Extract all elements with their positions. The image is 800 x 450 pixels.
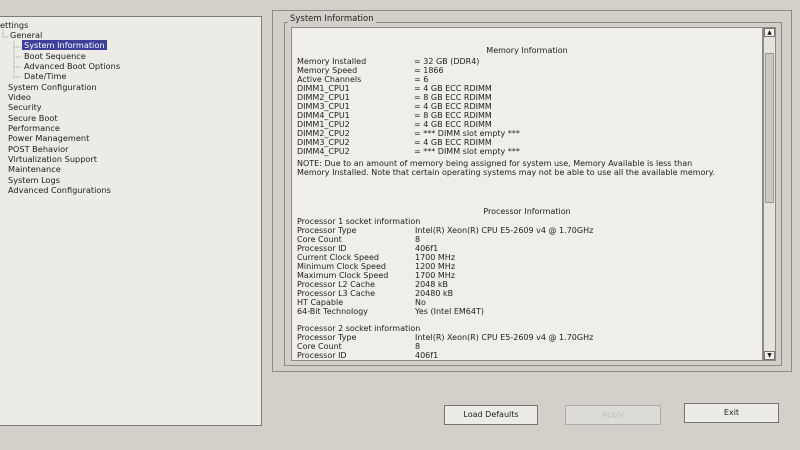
tree-item-advanced-boot-options[interactable]: Advanced Boot Options <box>24 61 120 71</box>
processor-row-label: HT Capable <box>297 298 344 307</box>
tree-item-system-logs[interactable]: System Logs <box>8 175 60 185</box>
memory-row-label: DIMM1_CPU2 <box>297 120 350 129</box>
load-defaults-button[interactable]: Load Defaults <box>444 405 538 425</box>
scroll-up-arrow-icon[interactable]: ▲ <box>764 28 775 37</box>
processor-row-value: Intel(R) Xeon(R) CPU E5-2609 v4 @ 1.70GH… <box>415 333 594 342</box>
tree-item-power-management[interactable]: Power Management <box>8 133 89 143</box>
processor-row-label: Maximum Clock Speed <box>297 271 389 280</box>
tree-item-boot-sequence[interactable]: Boot Sequence <box>24 51 86 61</box>
processor-row-value: 8 <box>415 342 421 351</box>
settings-tree[interactable]: ettings General System Information Boot … <box>0 16 262 426</box>
tree-item-date-time[interactable]: Date/Time <box>24 71 66 81</box>
memory-row-label: DIMM3_CPU2 <box>297 138 350 147</box>
processor-row-value: 1700 MHz <box>415 271 456 280</box>
processor-row-value: 406f1 <box>415 244 439 253</box>
tree-item-performance[interactable]: Performance <box>8 123 60 133</box>
memory-row-value: = 4 GB ECC RDIMM <box>414 120 492 129</box>
scroll-down-arrow-icon[interactable]: ▼ <box>764 351 775 360</box>
memory-row-label: DIMM1_CPU1 <box>297 84 350 93</box>
tree-item-security[interactable]: Security <box>8 102 42 112</box>
tree-item-video[interactable]: Video <box>8 92 31 102</box>
processor-row-label: Processor L2 Cache <box>297 280 376 289</box>
memory-row-label: Memory Installed <box>297 57 367 66</box>
processor-row-label: 64-Bit Technology <box>297 307 368 316</box>
vertical-scrollbar[interactable]: ▲ ▼ <box>763 27 776 361</box>
memory-row-value: = 4 GB ECC RDIMM <box>414 84 492 93</box>
memory-row-label: DIMM2_CPU2 <box>297 129 350 138</box>
apply-button[interactable]: Apply <box>565 405 661 425</box>
processor-row-value: Yes (Intel EM64T) <box>415 307 484 316</box>
processor-row-value: 2048 kB <box>415 280 449 289</box>
processor-row-label: Core Count <box>297 235 342 244</box>
memory-row-value: = 1866 <box>414 66 444 75</box>
memory-row-value: = 4 GB ECC RDIMM <box>414 138 492 147</box>
processor-row-label: Current Clock Speed <box>297 253 379 262</box>
processor-row-label: Processor ID <box>297 244 347 253</box>
tree-item-virtualization-support[interactable]: Virtualization Support <box>8 154 97 164</box>
memory-heading: Memory Information <box>486 46 568 55</box>
tree-item-system-configuration[interactable]: System Configuration <box>8 82 97 92</box>
tree-item-advanced-configurations[interactable]: Advanced Configurations <box>8 185 111 195</box>
processor-row-label: Processor ID <box>297 351 347 360</box>
memory-row-label: DIMM2_CPU1 <box>297 93 350 102</box>
scroll-thumb[interactable] <box>765 53 774 204</box>
processor1-socket-title: Processor 1 socket information <box>297 217 421 226</box>
processor-row-value: 1700 MHz <box>415 253 456 262</box>
processor-row-label: Processor Type <box>297 333 357 342</box>
tree-item-secure-boot[interactable]: Secure Boot <box>8 113 58 123</box>
tree-root-settings[interactable]: ettings <box>0 20 28 30</box>
exit-button[interactable]: Exit <box>684 403 779 423</box>
memory-row-label: DIMM3_CPU1 <box>297 102 350 111</box>
processor-row-label: Processor L3 Cache <box>297 289 376 298</box>
tree-item-post-behavior[interactable]: POST Behavior <box>8 144 69 154</box>
tree-item-maintenance[interactable]: Maintenance <box>8 164 61 174</box>
memory-row-label: DIMM4_CPU1 <box>297 111 350 120</box>
processor-row-value: 20480 kB <box>415 289 454 298</box>
system-information-content[interactable]: Memory Information Memory Installed = 32… <box>291 27 763 361</box>
processor-row-label: Core Count <box>297 342 342 351</box>
processor-row-value: Intel(R) Xeon(R) CPU E5-2609 v4 @ 1.70GH… <box>415 226 594 235</box>
memory-note: NOTE: Due to an amount of memory being a… <box>297 159 715 178</box>
tree-item-system-information[interactable]: System Information <box>22 40 107 50</box>
processor-row-label: Processor Type <box>297 226 357 235</box>
tree-item-general[interactable]: General <box>10 30 42 40</box>
memory-row-value: = 6 <box>414 75 429 84</box>
memory-row-value: = *** DIMM slot empty *** <box>414 147 520 156</box>
memory-row-label: Active Channels <box>297 75 362 84</box>
processor-row-value: 1200 MHz <box>415 262 456 271</box>
memory-row-value: = *** DIMM slot empty *** <box>414 129 520 138</box>
processor-row-value: 8 <box>415 235 421 244</box>
memory-row-value: = 8 GB ECC RDIMM <box>414 111 492 120</box>
memory-row-value: = 4 GB ECC RDIMM <box>414 102 492 111</box>
processor-heading: Processor Information <box>483 207 571 216</box>
processor2-socket-title: Processor 2 socket information <box>297 324 421 333</box>
processor-row-label: Minimum Clock Speed <box>297 262 386 271</box>
processor-row-value: 406f1 <box>415 351 439 360</box>
memory-row-label: DIMM4_CPU2 <box>297 147 350 156</box>
panel-title: System Information <box>288 14 376 24</box>
memory-row-value: = 8 GB ECC RDIMM <box>414 93 492 102</box>
memory-row-value: = 32 GB (DDR4) <box>414 57 480 66</box>
memory-row-label: Memory Speed <box>297 66 358 75</box>
processor-row-value: No <box>415 298 426 307</box>
